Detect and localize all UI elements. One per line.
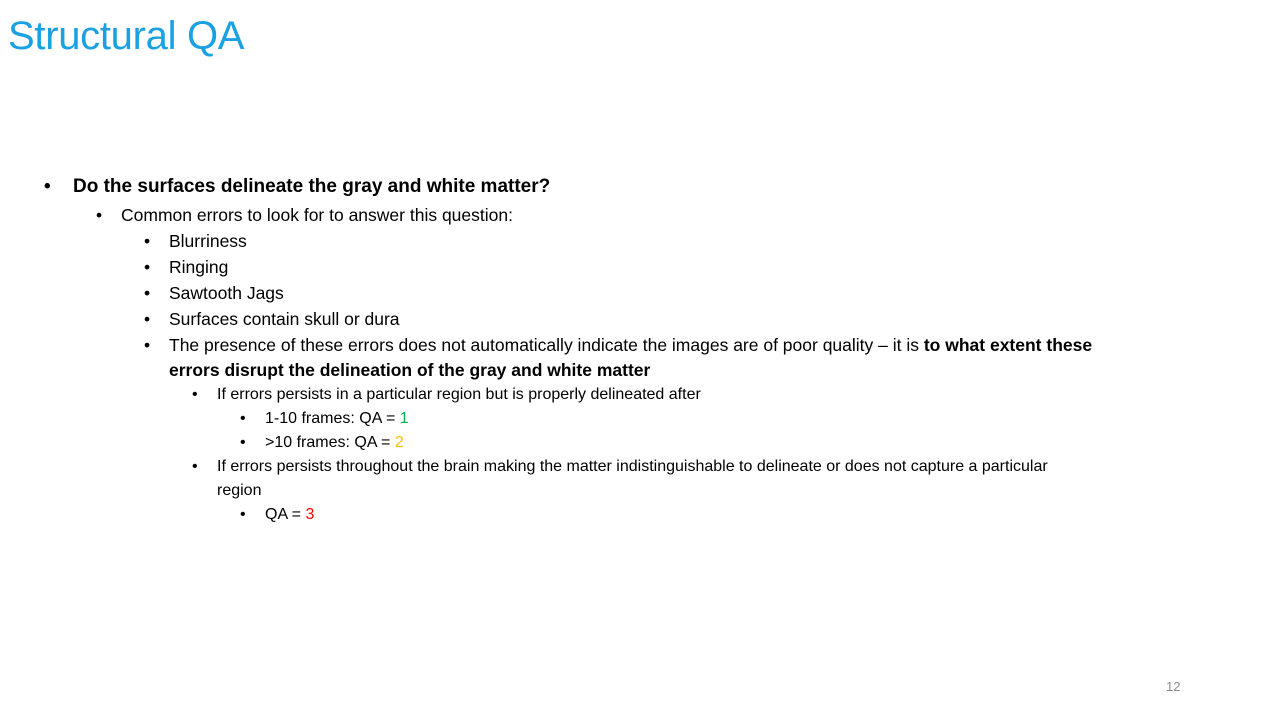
common-errors-intro: Common errors to look for to answer this…	[121, 205, 513, 225]
brain-condition-cont: region	[217, 482, 262, 499]
brain-condition: If errors persists throughout the brain …	[217, 458, 1048, 475]
region-condition: If errors persists in a particular regio…	[217, 386, 701, 403]
bullet-dot: •	[144, 309, 151, 329]
error-item: Blurriness	[169, 231, 247, 251]
presence-note: The presence of these errors does not au…	[169, 335, 1092, 356]
presence-text: The presence of these errors does not au…	[169, 335, 924, 355]
qa-rule-2: >10 frames: QA = 2	[265, 434, 404, 452]
qa-score-3: 3	[305, 506, 315, 523]
bullet-dot: •	[240, 434, 246, 451]
presence-emphasis: to what extent these	[923, 335, 1093, 355]
error-item: Sawtooth Jags	[169, 283, 284, 303]
bullet-dot: •	[144, 283, 151, 303]
bullet-dot: •	[144, 231, 151, 251]
qa-rule-label: 1-10 frames: QA =	[265, 410, 400, 427]
error-item: Surfaces contain skull or dura	[169, 309, 400, 329]
presence-emphasis-cont: errors disrupt the delineation of the gr…	[169, 360, 651, 380]
qa-rule-3: QA = 3	[265, 506, 314, 524]
main-question: Do the surfaces delineate the gray and w…	[73, 176, 551, 197]
bullet-dot: •	[240, 506, 246, 523]
error-item: Ringing	[169, 257, 229, 277]
bullet-dot: •	[44, 176, 51, 197]
bullet-dot: •	[144, 257, 151, 277]
qa-score-2: 2	[394, 434, 404, 451]
bullet-dot: •	[240, 410, 246, 427]
bullet-dot: •	[144, 335, 151, 355]
bullet-dot: •	[192, 458, 198, 475]
slide-title: Structural QA	[8, 14, 245, 58]
qa-rule-label: >10 frames: QA =	[265, 434, 395, 451]
qa-score-1: 1	[399, 410, 409, 427]
qa-rule-label: QA =	[265, 506, 306, 523]
qa-rule-1: 1-10 frames: QA = 1	[265, 410, 409, 428]
bullet-dot: •	[96, 205, 103, 225]
bullet-dot: •	[192, 386, 198, 403]
page-number: 12	[1166, 679, 1181, 694]
